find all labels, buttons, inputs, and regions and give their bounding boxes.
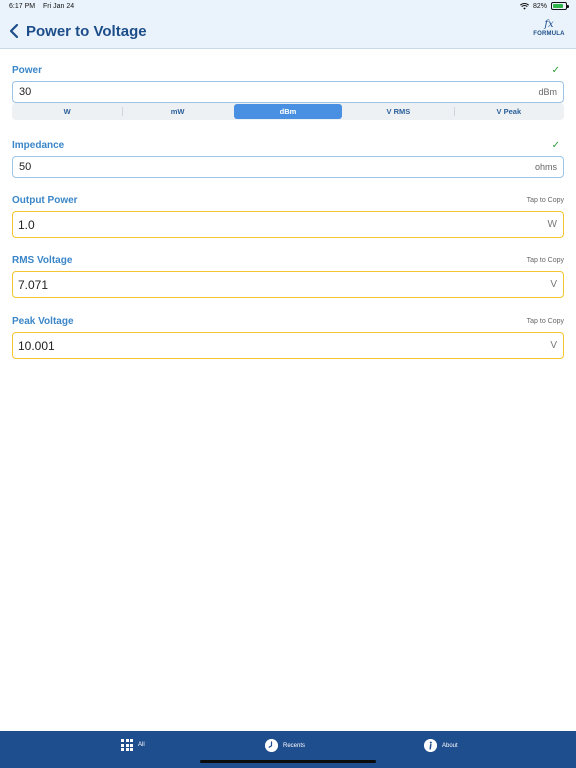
rms-voltage-section: RMS Voltage Tap to Copy 7.071 V [12, 255, 564, 300]
power-input[interactable]: 30 dBm [12, 81, 564, 103]
peak-voltage-value: 10.001 [18, 339, 55, 353]
output-power-unit: W [547, 219, 557, 230]
status-date: Fri Jan 24 [43, 3, 75, 10]
output-power-value: 1.0 [18, 218, 35, 232]
rms-voltage-label: RMS Voltage [12, 255, 73, 266]
rms-voltage-value: 7.071 [18, 278, 49, 292]
formula-button[interactable]: fx FORMULA [533, 19, 565, 37]
page-title: Power to Voltage [26, 22, 147, 40]
impedance-section: Impedance ✓ 50 ohms [12, 140, 564, 180]
power-value: 30 [19, 86, 32, 98]
power-label: Power [12, 65, 43, 76]
status-bar: 6:17 PM Fri Jan 24 82% [0, 0, 576, 14]
output-power-field[interactable]: 1.0 W [12, 211, 564, 238]
back-button[interactable]: Power to Voltage [6, 21, 147, 41]
unit-segment-mw[interactable]: mW [122, 104, 231, 119]
app-window: 6:17 PM Fri Jan 24 82% Power to Voltage … [0, 0, 576, 768]
chevron-left-icon [9, 23, 19, 39]
peak-voltage-label: Peak Voltage [12, 316, 74, 327]
clock-icon [265, 739, 278, 752]
peak-voltage-section: Peak Voltage Tap to Copy 10.001 V [12, 316, 564, 361]
peak-voltage-field[interactable]: 10.001 V [12, 332, 564, 359]
impedance-unit: ohms [534, 162, 557, 172]
battery-percent: 82% [532, 2, 547, 10]
tab-all-label: All [138, 742, 145, 748]
unit-segment-v-peak[interactable]: V Peak [453, 104, 563, 119]
home-indicator [200, 760, 376, 763]
battery-level [553, 4, 563, 8]
check-icon: ✓ [551, 65, 560, 76]
battery-icon [551, 2, 569, 10]
tap-to-copy-hint: Tap to Copy [526, 197, 564, 204]
status-time: 6:17 PM [9, 3, 36, 10]
tab-all[interactable]: All [121, 739, 145, 751]
rms-voltage-field[interactable]: 7.071 V [12, 271, 564, 298]
output-power-label: Output Power [12, 195, 78, 206]
unit-segment-dbm[interactable]: dBm [233, 104, 343, 119]
tap-to-copy-hint: Tap to Copy [526, 318, 564, 325]
power-unit: dBm [538, 87, 557, 97]
power-section: Power ✓ 30 dBm W mW dBm V RMS V Peak [12, 65, 564, 125]
impedance-input[interactable]: 50 ohms [12, 156, 564, 178]
formula-label: FORMULA [533, 31, 565, 37]
tab-recents[interactable]: Recents [265, 739, 305, 752]
unit-segment-w[interactable]: W [13, 104, 121, 119]
impedance-value: 50 [19, 161, 32, 173]
check-icon: ✓ [551, 140, 560, 151]
tab-about[interactable]: About [424, 739, 458, 752]
impedance-label: Impedance [12, 140, 65, 151]
grid-icon [121, 739, 133, 751]
peak-voltage-unit: V [550, 340, 557, 351]
tap-to-copy-hint: Tap to Copy [526, 257, 564, 264]
formula-icon: fx [544, 19, 554, 30]
status-right: 82% [520, 2, 569, 10]
power-unit-selector: W mW dBm V RMS V Peak [12, 103, 564, 120]
info-icon [424, 739, 437, 752]
rms-voltage-unit: V [550, 279, 557, 290]
output-power-section: Output Power Tap to Copy 1.0 W [12, 195, 564, 240]
nav-bar: Power to Voltage fx FORMULA [0, 14, 576, 49]
tab-recents-label: Recents [283, 742, 306, 749]
status-left: 6:17 PM Fri Jan 24 [9, 3, 80, 10]
wifi-icon [520, 2, 529, 10]
tab-about-label: About [442, 742, 458, 749]
unit-segment-v-rms[interactable]: V RMS [344, 104, 452, 119]
